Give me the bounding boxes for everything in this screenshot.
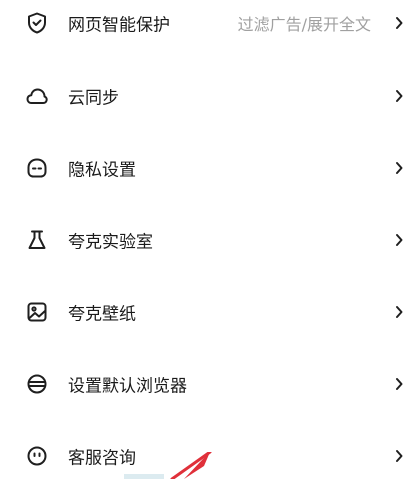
browser-globe-icon bbox=[25, 372, 49, 396]
settings-item-web-protection[interactable]: 网页智能保护 过滤广告/展开全文 bbox=[0, 0, 416, 51]
settings-item-privacy[interactable]: 隐私设置 bbox=[0, 140, 416, 196]
settings-item-value: 过滤广告/展开全文 bbox=[237, 15, 371, 34]
chevron-right-icon bbox=[394, 89, 404, 103]
chevron-right-icon bbox=[394, 305, 404, 319]
settings-item-cloud-sync[interactable]: 云同步 bbox=[0, 68, 416, 124]
settings-item-lab[interactable]: 夸克实验室 bbox=[0, 212, 416, 268]
settings-item-label: 云同步 bbox=[68, 88, 119, 109]
settings-item-label: 夸克实验室 bbox=[68, 232, 153, 253]
settings-item-label: 夸克壁纸 bbox=[68, 304, 136, 325]
mask-icon bbox=[25, 156, 49, 180]
chevron-right-icon bbox=[394, 161, 404, 175]
image-icon bbox=[25, 300, 49, 324]
settings-item-label: 隐私设置 bbox=[68, 160, 136, 181]
settings-item-customer-service[interactable]: 客服咨询 bbox=[0, 428, 416, 484]
settings-item-default-browser[interactable]: 设置默认浏览器 bbox=[0, 356, 416, 412]
chevron-right-icon bbox=[394, 233, 404, 247]
cloud-icon bbox=[25, 84, 49, 108]
chevron-right-icon bbox=[394, 377, 404, 391]
flask-icon bbox=[25, 228, 49, 252]
settings-item-label: 设置默认浏览器 bbox=[68, 376, 187, 397]
smile-face-icon bbox=[25, 444, 49, 468]
settings-item-label: 客服咨询 bbox=[68, 448, 136, 469]
settings-item-wallpaper[interactable]: 夸克壁纸 bbox=[0, 284, 416, 340]
shield-check-icon bbox=[25, 11, 49, 35]
chevron-right-icon bbox=[394, 16, 404, 30]
settings-list: 网页智能保护 过滤广告/展开全文 云同步 隐私设置 夸克实验室 夸克壁纸 设置默… bbox=[0, 0, 416, 479]
settings-item-label: 网页智能保护 bbox=[68, 15, 170, 36]
chevron-right-icon bbox=[394, 449, 404, 463]
